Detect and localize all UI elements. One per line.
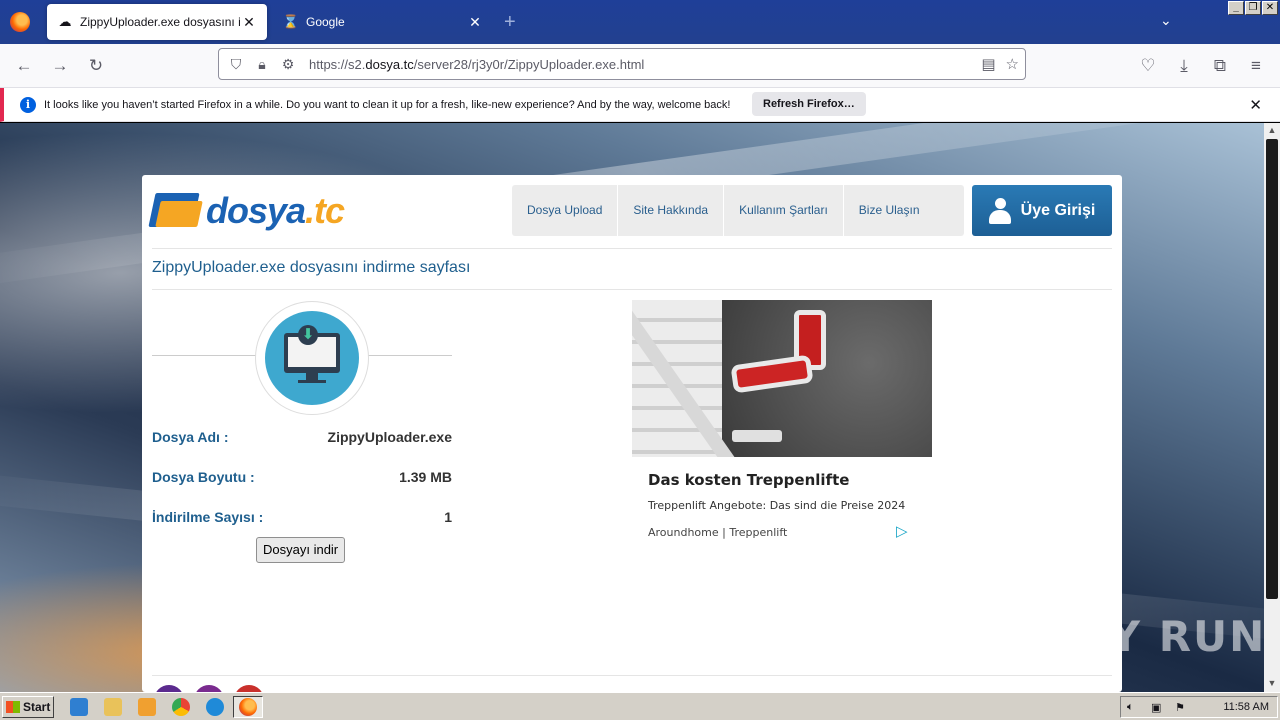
file-name-label: Dosya Adı :	[152, 429, 229, 445]
ad-title[interactable]: Das kosten Treppenlifte	[648, 471, 932, 489]
lock-icon[interactable]: 🔒︎	[249, 56, 275, 73]
notification-message: It looks like you haven’t started Firefo…	[44, 98, 731, 111]
header-divider	[152, 248, 1112, 249]
notification-bar: i It looks like you haven’t started Fire…	[0, 88, 1280, 122]
flag-icon[interactable]: ⚑	[1175, 701, 1189, 714]
scroll-up-icon[interactable]: ▲	[1264, 125, 1280, 139]
user-icon	[988, 197, 1011, 224]
login-button[interactable]: Üye Girişi	[972, 185, 1112, 236]
chevron-down-icon[interactable]: ⌄	[1160, 12, 1172, 29]
file-size-row: Dosya Boyutu : 1.39 MB	[152, 469, 452, 485]
firefox-menu-icon[interactable]	[10, 12, 30, 32]
shield-icon[interactable]: ⛉	[223, 56, 249, 73]
nav-dosya-upload[interactable]: Dosya Upload	[512, 185, 619, 236]
downloads-icon[interactable]: ⤓	[1172, 54, 1196, 78]
reload-icon[interactable]: ↻	[84, 54, 108, 78]
permissions-icon[interactable]: ⚙	[275, 56, 301, 73]
tab-bar: ☁ ZippyUploader.exe dosyasını indir ✕ ⌛ …	[0, 0, 1280, 44]
navigation-toolbar: ← → ↻ ⛉ 🔒︎ ⚙ https://s2.dosya.tc/server2…	[0, 44, 1280, 88]
download-count-label: İndirilme Sayısı :	[152, 509, 264, 525]
login-label: Üye Girişi	[1020, 201, 1096, 219]
minimize-icon[interactable]: _	[1228, 1, 1244, 15]
url-text[interactable]: https://s2.dosya.tc/server28/rj3y0r/Zipp…	[309, 57, 644, 72]
site-container: dosya.tc Dosya Upload Site Hakkında Kull…	[142, 175, 1122, 692]
tab-title: Google	[306, 15, 345, 29]
scrollbar-thumb[interactable]	[1266, 139, 1278, 599]
hamburger-menu-icon[interactable]: ≡	[1244, 54, 1268, 78]
site-logo[interactable]: dosya.tc	[148, 187, 345, 235]
ad-source[interactable]: Aroundhome | Treppenlift	[648, 526, 932, 539]
tab-zippyuploader[interactable]: ☁ ZippyUploader.exe dosyasını indir ✕	[47, 4, 267, 40]
system-tray: 🔈︎ ▣ ⚑ 11:58 AM	[1120, 696, 1278, 718]
download-count-row: İndirilme Sayısı : 1	[152, 509, 452, 525]
close-tab-icon[interactable]: ✕	[241, 14, 257, 31]
internet-explorer-icon[interactable]	[70, 698, 88, 716]
start-button[interactable]: Start	[2, 696, 54, 718]
page-viewport: dosya.tc Dosya Upload Site Hakkında Kull…	[0, 123, 1264, 692]
folder-icon[interactable]	[104, 698, 122, 716]
file-size-label: Dosya Boyutu :	[152, 469, 255, 485]
info-icon: i	[20, 96, 36, 113]
page-title: ZippyUploader.exe dosyasını indirme sayf…	[152, 259, 471, 276]
bookmark-star-icon[interactable]: ☆	[1006, 55, 1019, 73]
edge-icon[interactable]	[206, 698, 224, 716]
monitor-download-icon: ⬇	[284, 325, 340, 383]
adchoices-icon[interactable]: ▷	[896, 522, 908, 540]
volume-icon[interactable]: 🔈︎	[1127, 701, 1141, 714]
file-name-row: Dosya Adı : ZippyUploader.exe	[152, 429, 452, 445]
download-file-button[interactable]: Dosyayı indir	[256, 537, 346, 563]
new-tab-icon[interactable]: +	[504, 11, 516, 34]
tab-title: ZippyUploader.exe dosyasını indir	[80, 15, 241, 29]
advertisement[interactable]: Das kosten Treppenlifte Treppenlift Ange…	[632, 300, 932, 540]
file-size-value: 1.39 MB	[399, 469, 452, 485]
taskbar: Start 🔈︎ ▣ ⚑ 11:58 AM	[0, 692, 1280, 720]
firefox-taskbar-button[interactable]	[233, 696, 263, 718]
scroll-down-icon[interactable]: ▼	[1264, 678, 1280, 692]
chrome-icon[interactable]	[172, 698, 190, 716]
clock[interactable]: 11:58 AM	[1223, 701, 1269, 713]
media-player-icon[interactable]	[138, 698, 156, 716]
logo-text: dosya.tc	[206, 190, 345, 231]
forward-arrow-icon[interactable]: →	[48, 54, 72, 78]
close-icon[interactable]: ✕	[1249, 96, 1262, 114]
windows-logo-icon	[6, 701, 20, 713]
hourglass-icon: ⌛	[282, 14, 300, 29]
folder-logo-icon	[148, 187, 204, 235]
network-icon[interactable]: ▣	[1151, 701, 1165, 714]
ad-image[interactable]	[632, 300, 932, 457]
top-navigation: Dosya Upload Site Hakkında Kullanım Şart…	[512, 185, 964, 236]
file-name-value: ZippyUploader.exe	[327, 429, 452, 445]
restore-icon[interactable]: ❐	[1245, 1, 1261, 15]
reader-view-icon[interactable]: ▤	[981, 55, 995, 73]
page-scrollbar[interactable]: ▲ ▼	[1264, 123, 1280, 692]
firefox-icon	[239, 698, 257, 716]
youtube-icon[interactable]	[234, 685, 264, 692]
tab-google[interactable]: ⌛ Google ✕	[273, 4, 493, 40]
facebook-icon[interactable]	[154, 685, 184, 692]
extensions-icon[interactable]: ⧉	[1208, 54, 1232, 78]
window-controls: _ ❐ ✕	[1228, 1, 1278, 15]
pocket-icon[interactable]: ♡	[1136, 54, 1160, 78]
close-window-icon[interactable]: ✕	[1262, 1, 1278, 15]
nav-site-hakkinda[interactable]: Site Hakkında	[618, 185, 725, 236]
close-tab-icon[interactable]: ✕	[467, 14, 483, 31]
download-badge: ⬇	[255, 301, 369, 415]
nav-kullanim-sartlari[interactable]: Kullanım Şartları	[724, 185, 844, 236]
title-divider	[152, 289, 1112, 290]
instagram-icon[interactable]	[194, 685, 224, 692]
anyrun-watermark: ANY RUN	[1038, 612, 1267, 661]
ad-description: Treppenlift Angebote: Das sind die Preis…	[648, 499, 906, 512]
download-count-value: 1	[444, 509, 452, 525]
url-bar[interactable]: ⛉ 🔒︎ ⚙ https://s2.dosya.tc/server28/rj3y…	[218, 48, 1026, 80]
back-arrow-icon[interactable]: ←	[12, 54, 36, 78]
page-favicon-icon: ☁	[58, 14, 72, 29]
footer-divider	[152, 675, 1112, 676]
refresh-firefox-button[interactable]: Refresh Firefox…	[752, 92, 866, 116]
nav-bize-ulasin[interactable]: Bize Ulaşın	[844, 185, 964, 236]
